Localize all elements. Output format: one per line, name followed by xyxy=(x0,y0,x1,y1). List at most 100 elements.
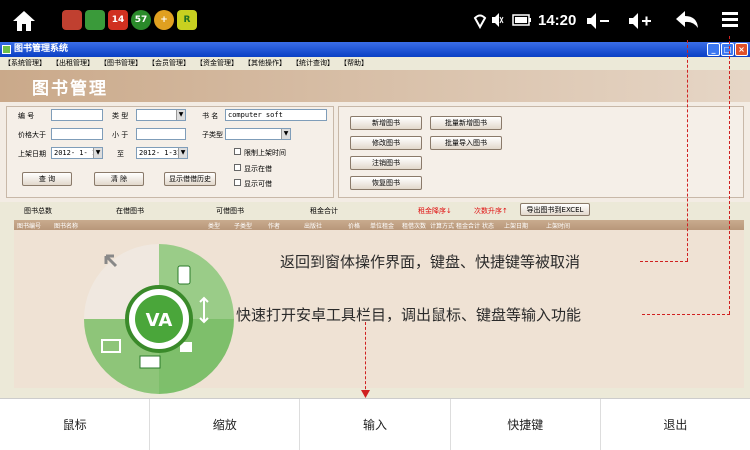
menu-exit[interactable]: 退出 xyxy=(601,399,750,450)
limit-date-label: 限制上架时间 xyxy=(244,149,286,157)
column-header[interactable]: 租借次数 xyxy=(402,221,426,230)
show-history-button[interactable]: 显示借借历史 xyxy=(164,172,216,186)
window-title: 图书管理系统 xyxy=(14,44,69,54)
r-app-icon[interactable]: R xyxy=(177,10,197,30)
search-form-area: 编 号 类 型 ▼ 书 名 computer soft 价格大于 小 于 子类型… xyxy=(0,102,750,202)
android-status-bar: 14 57 + R 14:20 xyxy=(0,0,750,42)
menu-shortcuts[interactable]: 快捷键 xyxy=(451,399,601,450)
volume-down-icon[interactable] xyxy=(585,11,613,31)
show-available-label: 显示可借 xyxy=(244,180,272,188)
column-header[interactable]: 子类型 xyxy=(234,221,252,230)
column-header[interactable]: 上架时间 xyxy=(546,221,570,230)
show-instock-checkbox[interactable] xyxy=(234,164,241,171)
books-table-header: 图书编号 图书名称 类型 子类型 作者 出版社 价格 单位租金 租借次数 计算方… xyxy=(14,220,744,230)
column-header[interactable]: 单位租金 xyxy=(370,221,394,230)
menu-item-stats[interactable]: 【统计查询】 xyxy=(292,57,334,70)
menu-zoom[interactable]: 缩放 xyxy=(150,399,301,450)
menu-item-members[interactable]: 【会员管理】 xyxy=(148,57,190,70)
column-header[interactable]: 状态 xyxy=(482,221,494,230)
batch-add-button[interactable]: 批量新增图书 xyxy=(430,116,502,130)
app-logo-icon xyxy=(2,45,11,54)
id-input[interactable] xyxy=(51,109,103,121)
notification-apps: 14 57 + R xyxy=(62,10,197,30)
column-header[interactable]: 作者 xyxy=(268,221,280,230)
count-asc-sort[interactable]: 次数升序↑ xyxy=(474,206,508,216)
column-header[interactable]: 租金合计 xyxy=(456,221,480,230)
phone-icon xyxy=(177,265,191,285)
add-book-button[interactable]: 新增图书 xyxy=(350,116,422,130)
column-header[interactable]: 上架日期 xyxy=(504,221,528,230)
date-to-label: 至 xyxy=(117,150,124,158)
subtype-label: 子类型 xyxy=(202,131,223,139)
type-select[interactable]: ▼ xyxy=(136,109,186,121)
menu-connector-h xyxy=(642,314,730,315)
export-excel-button[interactable]: 导出图书到EXCEL xyxy=(520,203,590,216)
volume-up-icon[interactable] xyxy=(627,11,655,31)
price-min-input[interactable] xyxy=(51,128,103,140)
edit-book-button[interactable]: 修改图书 xyxy=(350,136,422,150)
keyboard-icon xyxy=(139,355,161,369)
va-logo-text: VA xyxy=(146,310,173,331)
menu-item-books[interactable]: 【图书管理】 xyxy=(100,57,142,70)
menu-input[interactable]: 输入 xyxy=(300,399,451,450)
menu-item-other[interactable]: 【其他操作】 xyxy=(244,57,286,70)
maximize-button[interactable]: □ xyxy=(721,43,734,56)
column-header[interactable]: 类型 xyxy=(208,221,220,230)
date-to-picker[interactable]: 2012- 1-31 ▼ xyxy=(136,147,188,159)
show-instock-label: 显示在借 xyxy=(244,165,272,173)
back-connector-v xyxy=(687,40,688,261)
price-max-input[interactable] xyxy=(136,128,186,140)
column-header[interactable]: 出版社 xyxy=(304,221,322,230)
type-label: 类 型 xyxy=(112,112,129,120)
borrowed-books-label: 在借图书 xyxy=(116,207,144,215)
close-button[interactable]: × xyxy=(735,43,748,56)
subtype-select[interactable]: ▼ xyxy=(225,128,291,140)
stats-bar: 图书总数 在借图书 可借图书 租金合计 租金降序↓ 次数升序↑ 导出图书到EXC… xyxy=(0,202,750,218)
battery-icon xyxy=(512,14,531,26)
input-connector-v xyxy=(365,322,366,394)
minimize-button[interactable]: _ xyxy=(707,43,720,56)
menu-item-rent[interactable]: 【出租管理】 xyxy=(52,57,94,70)
column-header[interactable]: 价格 xyxy=(348,221,360,230)
plus-app-icon[interactable]: + xyxy=(154,10,174,30)
date-from-picker[interactable]: 2012- 1- 1 ▼ xyxy=(51,147,103,159)
wifi-icon xyxy=(473,14,487,29)
back-icon[interactable] xyxy=(673,9,701,31)
app-badge-icon[interactable]: 57 xyxy=(131,10,151,30)
book-name-input[interactable]: computer soft xyxy=(225,109,327,121)
column-header[interactable]: 计算方式 xyxy=(430,221,454,230)
cancel-book-button[interactable]: 注销图书 xyxy=(350,156,422,170)
clock: 14:20 xyxy=(538,12,577,29)
android-bottom-menu: 鼠标 缩放 输入 快捷键 退出 xyxy=(0,398,750,450)
home-icon[interactable] xyxy=(10,8,38,34)
back-hint-annotation: 返回到窗体操作界面，键盘、快捷键等被取消 xyxy=(280,253,581,271)
rent-desc-sort[interactable]: 租金降序↓ xyxy=(418,206,452,216)
menu-item-funds[interactable]: 【资金管理】 xyxy=(196,57,238,70)
restore-book-button[interactable]: 恢复图书 xyxy=(350,176,422,190)
show-available-checkbox[interactable] xyxy=(234,179,241,186)
id-label: 编 号 xyxy=(18,112,35,120)
window-title-bar: 图书管理系统 _ □ × xyxy=(0,42,750,57)
app-icon[interactable] xyxy=(62,10,82,30)
column-header[interactable]: 图书名称 xyxy=(54,221,78,230)
available-books-label: 可借图书 xyxy=(216,207,244,215)
menu-item-system[interactable]: 【系统管理】 xyxy=(4,57,46,70)
calendar-app-icon[interactable]: 14 xyxy=(108,10,128,30)
back-connector-h xyxy=(640,261,688,262)
book-name-label: 书 名 xyxy=(202,112,219,120)
menu-connector-v xyxy=(729,36,730,314)
menu-mouse[interactable]: 鼠标 xyxy=(0,399,151,450)
app-icon[interactable] xyxy=(85,10,105,30)
query-button[interactable]: 查 询 xyxy=(22,172,72,186)
menu-item-help[interactable]: 【帮助】 xyxy=(340,57,368,70)
mute-icon xyxy=(492,13,504,27)
control-wheel[interactable]: VA xyxy=(84,244,234,394)
menu-bar: 【系统管理】 【出租管理】 【图书管理】 【会员管理】 【资金管理】 【其他操作… xyxy=(0,57,750,70)
price-gt-label: 价格大于 xyxy=(18,131,46,139)
column-header[interactable]: 图书编号 xyxy=(17,221,41,230)
limit-date-checkbox[interactable] xyxy=(234,148,241,155)
menu-icon[interactable] xyxy=(720,10,740,30)
clear-button[interactable]: 清 除 xyxy=(94,172,144,186)
date-label: 上架日期 xyxy=(18,150,46,158)
batch-import-button[interactable]: 批量导入图书 xyxy=(430,136,502,150)
